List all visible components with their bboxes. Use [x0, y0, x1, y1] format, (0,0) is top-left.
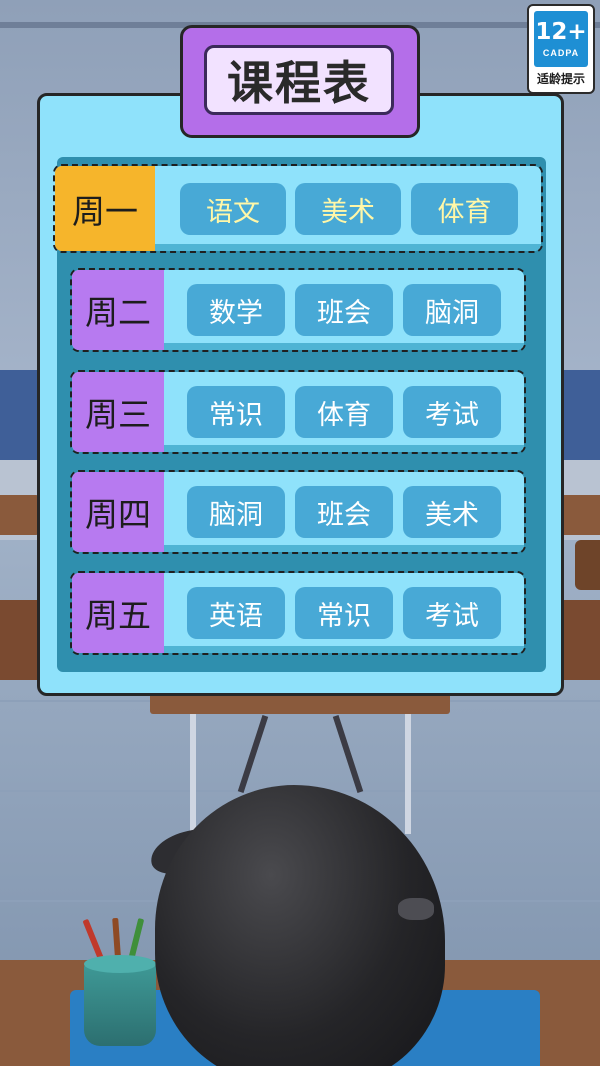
desk-leg	[405, 714, 411, 834]
schedule-title-tab: 课程表	[180, 25, 420, 138]
day-row[interactable]: 周二 数学 班会 脑洞	[70, 268, 526, 352]
subject-button[interactable]: 脑洞	[187, 486, 285, 538]
subject-button[interactable]: 考试	[403, 587, 501, 639]
subject-button[interactable]: 考试	[403, 386, 501, 438]
age-rating-value: 12+	[535, 19, 587, 45]
subject-button[interactable]: 班会	[295, 486, 393, 538]
chair-right	[575, 540, 600, 590]
subject-button[interactable]: 美术	[295, 183, 401, 235]
age-rating-box: 12+ CADPA	[534, 11, 588, 67]
subject-button[interactable]: 语文	[180, 183, 286, 235]
day-tab[interactable]: 周一	[55, 166, 155, 251]
day-row[interactable]: 周四 脑洞 班会 美术	[70, 470, 526, 554]
subject-button[interactable]: 体育	[411, 183, 518, 235]
desk-right	[560, 495, 600, 535]
subject-button[interactable]: 英语	[187, 587, 285, 639]
day-row[interactable]: 周一 语文 美术 体育	[53, 164, 543, 253]
day-tab[interactable]: 周五	[72, 573, 164, 653]
player-hair-highlight	[398, 898, 434, 920]
age-rating-hint: 适龄提示	[536, 72, 585, 86]
day-row[interactable]: 周五 英语 常识 考试	[70, 571, 526, 655]
pencil-cup	[84, 962, 156, 1046]
subject-button[interactable]: 数学	[187, 284, 285, 336]
desk-left	[0, 495, 40, 535]
day-tab[interactable]: 周三	[72, 372, 164, 452]
subject-button[interactable]: 脑洞	[403, 284, 501, 336]
day-tab[interactable]: 周二	[72, 270, 164, 350]
subject-button[interactable]: 常识	[295, 587, 393, 639]
desk-leg	[190, 714, 196, 834]
subject-button[interactable]: 体育	[295, 386, 393, 438]
schedule-title: 课程表	[204, 45, 394, 115]
subject-button[interactable]: 美术	[403, 486, 501, 538]
subject-button[interactable]: 常识	[187, 386, 285, 438]
day-row[interactable]: 周三 常识 体育 考试	[70, 370, 526, 454]
day-tab[interactable]: 周四	[72, 472, 164, 552]
rating-organization: CADPA	[542, 48, 580, 58]
subject-button[interactable]: 班会	[295, 284, 393, 336]
age-rating-badge: 12+ CADPA 适龄提示	[527, 4, 595, 94]
pencil-cup-rim	[84, 955, 156, 973]
